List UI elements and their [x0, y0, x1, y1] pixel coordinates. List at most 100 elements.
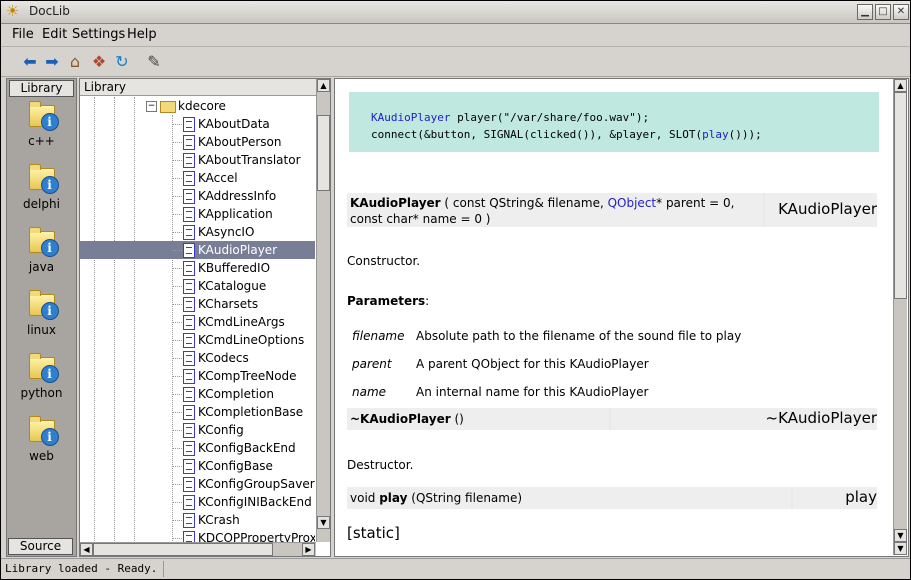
tree-horizontal-scrollbar[interactable]: ◀ ▶ — [80, 542, 316, 556]
forward-arrow-icon[interactable]: ➡ — [42, 52, 62, 72]
tree-item[interactable]: KCompletion — [80, 385, 315, 403]
tree-header[interactable]: Library — [80, 79, 316, 96]
tree-item[interactable]: KConfigINIBackEnd — [80, 493, 315, 511]
tree-item-label: KCmdLineOptions — [198, 333, 305, 347]
bookmark-icon[interactable]: ❖ — [89, 52, 109, 72]
constructor-text: Constructor. — [347, 254, 421, 268]
scroll-left-arrow-icon[interactable]: ◀ — [80, 543, 93, 556]
scroll-down-arrow-icon[interactable]: ▼ — [317, 516, 330, 529]
tree-vertical-scrollbar[interactable]: ▲ ▼ — [316, 79, 330, 542]
play-title: play — [793, 487, 877, 509]
minimize-button[interactable]: ▁ — [857, 4, 873, 20]
tree-root-kdecore[interactable]: − kdecore — [80, 97, 315, 115]
tree-item-label: KAboutPerson — [198, 135, 282, 149]
close-button[interactable]: ✕ — [893, 4, 909, 20]
tree-item[interactable]: KAboutData — [80, 115, 315, 133]
main-window: ☀ DocLib ▁ □ ✕ File Edit Settings Help ⬅… — [0, 0, 911, 580]
tree-item[interactable]: KCodecs — [80, 349, 315, 367]
source-button[interactable]: Source — [8, 538, 73, 555]
edit-icon[interactable]: ✎ — [144, 52, 164, 72]
tree-item[interactable]: KCmdLineOptions — [80, 331, 315, 349]
library-tree: Library − kdecore KAboutData KAboutPerson… — [79, 78, 331, 557]
status-bar: Library loaded - Ready. — [1, 558, 910, 580]
menu-settings[interactable]: Settings — [72, 27, 125, 42]
category-python[interactable]: i python — [7, 353, 76, 400]
menu-file[interactable]: File — [12, 27, 34, 42]
back-arrow-icon[interactable]: ⬅ — [20, 52, 40, 72]
scroll-thumb[interactable] — [93, 543, 273, 556]
scroll-down-arrow-icon[interactable]: ▼ — [894, 529, 907, 542]
tree-item[interactable]: KAudioPlayer — [80, 241, 315, 259]
tree-item-label: KCharsets — [198, 297, 259, 311]
tree-item-label: KAboutTranslator — [198, 153, 301, 167]
scroll-right-arrow-icon[interactable]: ▶ — [302, 543, 315, 556]
tree-item[interactable]: KApplication — [80, 205, 315, 223]
app-sun-icon[interactable]: ☀ — [4, 3, 21, 20]
tree-item-label: KCmdLineArgs — [198, 315, 285, 329]
destructor-title: ~KAudioPlayer — [611, 408, 877, 430]
tree-item[interactable]: KConfigGroupSaver — [80, 475, 315, 493]
reload-icon[interactable]: ↻ — [112, 52, 132, 72]
tree-item[interactable]: KAccel — [80, 169, 315, 187]
document-icon — [183, 243, 195, 258]
document-icon — [183, 441, 195, 456]
tree-item[interactable]: KCmdLineArgs — [80, 313, 315, 331]
folder-info-icon: i — [27, 290, 59, 320]
tree-item[interactable]: KConfig — [80, 421, 315, 439]
tree-item[interactable]: KAsyncIO — [80, 223, 315, 241]
document-icon — [183, 369, 195, 384]
tree-item[interactable]: KCrash — [80, 511, 315, 529]
scroll-up-arrow-icon[interactable]: ▲ — [317, 79, 330, 92]
category-delphi[interactable]: i delphi — [7, 164, 76, 211]
document-icon — [183, 495, 195, 510]
tree-item-label: KCrash — [198, 513, 240, 527]
tree-item-label: KCompletion — [198, 387, 274, 401]
menu-edit[interactable]: Edit — [42, 27, 67, 42]
home-icon[interactable]: ⌂ — [65, 52, 85, 72]
param-desc: An internal name for this KAudioPlayer — [416, 385, 649, 399]
tree-item-label: KCompletionBase — [198, 405, 304, 419]
document-icon — [183, 261, 195, 276]
status-text: Library loaded - Ready. — [5, 561, 165, 577]
scroll-down-arrow-icon[interactable]: ▼ — [894, 542, 907, 555]
folder-info-icon: i — [27, 101, 59, 131]
folder-info-icon: i — [27, 416, 59, 446]
tree-item[interactable]: KConfigBase — [80, 457, 315, 475]
tree-item[interactable]: KCompletionBase — [80, 403, 315, 421]
parameters-heading: Parameters: — [347, 294, 430, 308]
param-desc: Absolute path to the filename of the sou… — [416, 329, 742, 343]
tree-item[interactable]: KAboutPerson — [80, 133, 315, 151]
collapse-icon[interactable]: − — [146, 101, 157, 112]
category-web[interactable]: i web — [7, 416, 76, 463]
category-java[interactable]: i java — [7, 227, 76, 274]
tree-item-label: KAddressInfo — [198, 189, 277, 203]
tree-item-label: KBufferedIO — [198, 261, 271, 275]
document-icon — [183, 459, 195, 474]
category-linux[interactable]: i linux — [7, 290, 76, 337]
folder-info-icon: i — [27, 227, 59, 257]
tree-item[interactable]: KConfigBackEnd — [80, 439, 315, 457]
library-button[interactable]: Library — [9, 80, 74, 97]
category-cpp[interactable]: i c++ — [7, 101, 76, 148]
maximize-button[interactable]: □ — [875, 4, 891, 20]
tree-item-label: KConfigINIBackEnd — [198, 495, 312, 509]
document-icon — [183, 171, 195, 186]
tree-item[interactable]: KCompTreeNode — [80, 367, 315, 385]
scroll-up-arrow-icon[interactable]: ▲ — [894, 79, 907, 92]
tree-item[interactable]: KCatalogue — [80, 277, 315, 295]
doc-vertical-scrollbar[interactable]: ▲ ▼ ▼ — [893, 79, 907, 555]
document-icon — [183, 189, 195, 204]
static-text: [static] — [347, 524, 400, 542]
scroll-thumb[interactable] — [317, 115, 330, 191]
tree-item[interactable]: KAboutTranslator — [80, 151, 315, 169]
scroll-thumb[interactable] — [894, 92, 907, 299]
document-icon — [183, 423, 195, 438]
menu-help[interactable]: Help — [127, 27, 157, 42]
tree-item[interactable]: KCharsets — [80, 295, 315, 313]
document-icon — [183, 387, 195, 402]
documentation-view: KAudioPlayer player("/var/share/foo.wav"… — [334, 78, 909, 557]
tree-item[interactable]: KAddressInfo — [80, 187, 315, 205]
window-title: DocLib — [29, 4, 70, 18]
tree-item[interactable]: KBufferedIO — [80, 259, 315, 277]
constructor-title: KAudioPlayer — [765, 193, 877, 227]
